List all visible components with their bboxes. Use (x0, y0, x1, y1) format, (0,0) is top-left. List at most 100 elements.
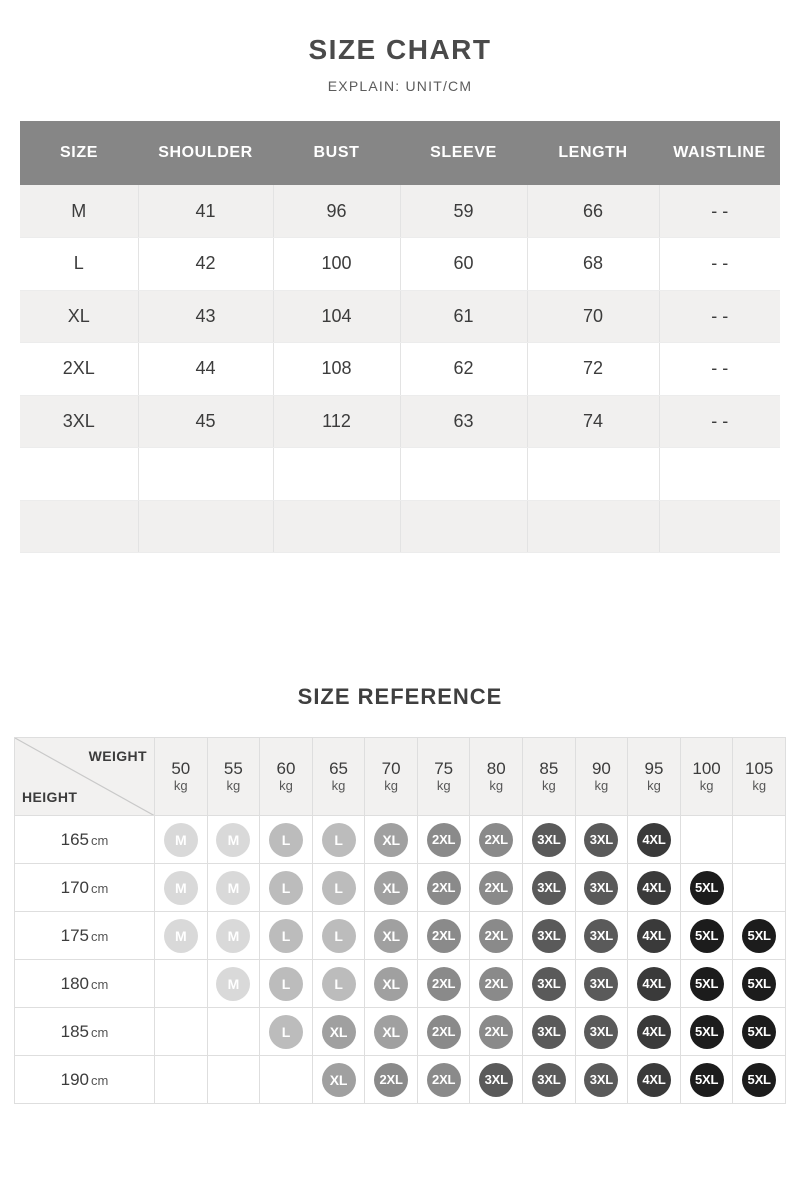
size-bubble: L (268, 822, 303, 857)
size-chart-value-cell (273, 500, 401, 553)
weight-unit: kg (279, 778, 293, 794)
size-bubble: 2XL (479, 870, 514, 905)
size-bubble: 3XL (584, 822, 619, 857)
size-bubble: 5XL (742, 966, 777, 1001)
size-chart-explain: EXPLAIN: UNIT/CM (327, 78, 473, 94)
weight-value: 90 (591, 759, 611, 779)
size-bubble: M (216, 822, 251, 857)
weight-value: 50 (171, 759, 191, 779)
size-reference-cell: 2XL (469, 959, 524, 1008)
size-bubble: 5XL (742, 1062, 777, 1097)
weight-col-65: 65 kg (311, 737, 366, 816)
size-reference-cell: M (206, 959, 261, 1008)
weight-value: 65 (329, 759, 348, 779)
height-unit: cm (91, 928, 109, 944)
weight-value: 80 (486, 759, 506, 779)
size-bubble: 2XL (426, 822, 461, 857)
size-reference-cell: 2XL (416, 815, 471, 864)
size-bubble: M (163, 822, 198, 857)
size-bubble: 2XL (479, 918, 514, 953)
size-reference-cell: L (259, 911, 313, 960)
size-reference-cell: 2XL (416, 863, 471, 912)
size-chart-value-cell (659, 500, 780, 553)
size-reference-cell: 3XL (574, 959, 629, 1008)
size-chart-value-cell: 63 (400, 395, 528, 448)
weight-unit: kg (699, 778, 714, 794)
size-reference-cell: 4XL (627, 1007, 681, 1056)
size-bubble: L (321, 966, 356, 1001)
size-bubble: 2XL (479, 966, 514, 1001)
size-bubble: 3XL (531, 966, 566, 1001)
size-chart-value-cell: - - (659, 342, 780, 396)
size-bubble: M (216, 966, 251, 1001)
size-bubble: 5XL (689, 1062, 724, 1097)
size-bubble: 4XL (636, 822, 671, 857)
size-chart-value-cell: 62 (400, 342, 528, 396)
size-reference-cell: 3XL (574, 911, 629, 960)
size-bubble: 3XL (479, 1062, 514, 1097)
height-unit: cm (91, 880, 109, 896)
size-bubble: 3XL (584, 966, 619, 1001)
size-chart-value-cell: 61 (400, 290, 528, 343)
size-chart-col-size: SIZE (20, 121, 138, 185)
size-chart-table-wrapper: SIZE SHOULDER BUST SLEEVE LENGTH WAISTLINE M4… (20, 121, 780, 553)
size-chart-size-cell: XL (20, 290, 139, 343)
size-chart-size-cell (20, 447, 139, 501)
size-reference-cell: L (311, 863, 366, 912)
size-chart-value-cell: - - (659, 290, 780, 343)
weight-value: 75 (434, 759, 454, 779)
size-reference-cell: 3XL (522, 863, 576, 912)
size-chart-value-cell: 41 (138, 185, 274, 238)
size-reference-cell: 5XL (679, 911, 734, 960)
height-unit: cm (91, 1024, 109, 1040)
size-bubble: 4XL (636, 966, 671, 1001)
size-reference-cell: 2XL (469, 863, 524, 912)
size-reference-empty-cell (206, 1007, 261, 1056)
size-bubble: 3XL (531, 1014, 566, 1049)
size-reference-empty-cell (154, 959, 208, 1008)
size-chart-section: SIZE CHART EXPLAIN: UNIT/CM SIZE SHOULDER… (0, 0, 800, 553)
size-reference-cell: L (311, 911, 366, 960)
weight-value: 60 (276, 759, 296, 779)
size-chart-value-cell: 43 (138, 290, 274, 343)
size-bubble: 2XL (426, 1014, 461, 1049)
size-bubble: 5XL (689, 918, 724, 953)
size-bubble: 2XL (374, 1062, 409, 1097)
size-chart-value-cell: 112 (273, 395, 401, 448)
height-row-label: 170 cm (14, 863, 155, 912)
size-chart-value-cell: 68 (527, 237, 660, 291)
height-row-label: 165 cm (14, 815, 155, 864)
weight-value: 70 (381, 759, 401, 779)
size-chart-value-cell: - - (659, 237, 780, 291)
size-reference-cell: 2XL (416, 1055, 471, 1104)
height-value: 175 (60, 925, 90, 945)
height-row-label: 185 cm (14, 1007, 155, 1056)
height-value: 190 (60, 1069, 90, 1089)
size-chart-value-cell: 44 (138, 342, 274, 396)
size-reference-cell: 2XL (469, 1007, 524, 1056)
size-bubble: 2XL (479, 1014, 514, 1049)
height-value: 170 (60, 877, 90, 897)
size-reference-cell: 3XL (522, 1007, 576, 1056)
size-reference-cell: 2XL (416, 959, 471, 1008)
size-reference-cell: XL (364, 911, 418, 960)
size-chart-value-cell (138, 447, 274, 501)
weight-unit: kg (331, 778, 346, 794)
size-reference-cell: 2XL (416, 1007, 471, 1056)
size-bubble: 2XL (479, 822, 514, 857)
size-bubble: 4XL (636, 1062, 671, 1097)
size-bubble: XL (374, 918, 409, 953)
size-reference-title: SIZE REFERENCE (297, 684, 503, 709)
table-row: 170 cm M M L L XL 2XL 2XL 3XL 3XL 4XL 5XL (14, 863, 786, 912)
table-row: 165 cm M M L L XL 2XL 2XL 3XL 3XL 4XL (14, 815, 786, 864)
size-chart-value-cell (400, 500, 528, 553)
size-bubble: 3XL (531, 1062, 566, 1097)
size-bubble: L (268, 966, 303, 1001)
weight-unit: kg (384, 778, 398, 794)
weight-col-50: 50 kg (154, 737, 208, 816)
size-chart-col-bust: BUST (273, 121, 400, 185)
height-axis-label: HEIGHT (22, 789, 78, 806)
size-bubble: 3XL (531, 870, 566, 905)
weight-col-90: 90 kg (574, 737, 629, 816)
size-reference-cell: XL (364, 959, 418, 1008)
